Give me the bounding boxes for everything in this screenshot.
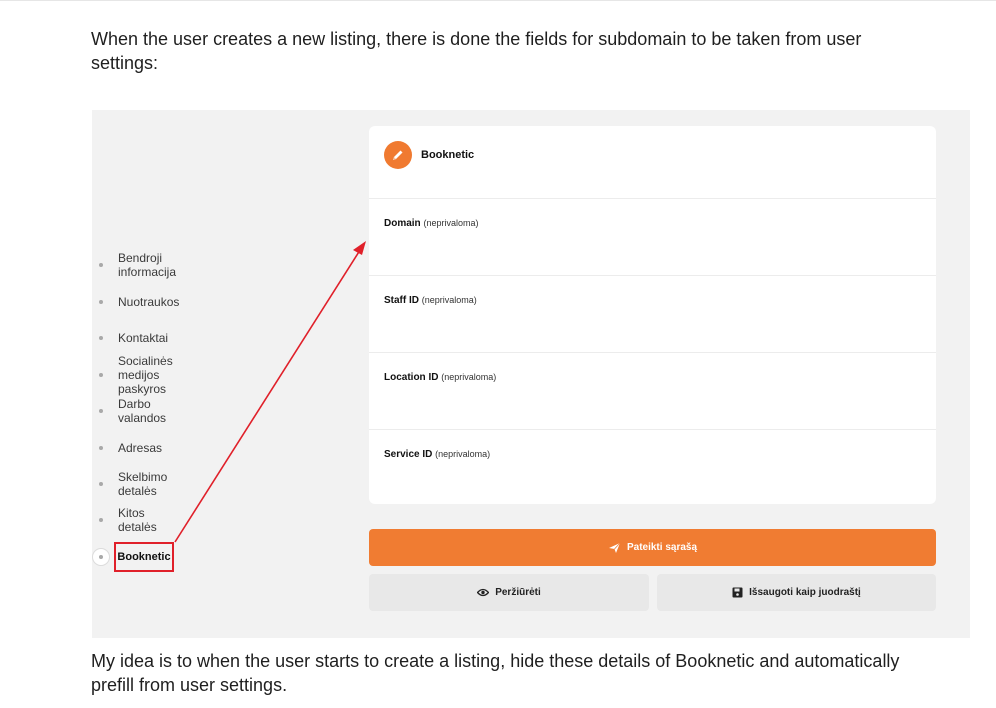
optional-hint: (neprivaloma)	[441, 372, 497, 382]
bullet-icon	[99, 300, 103, 304]
bullet-icon	[99, 482, 103, 486]
submit-label: Pateikti sąrašą	[626, 542, 698, 553]
domain-field[interactable]: Domain (neprivaloma)	[369, 199, 936, 276]
nav-item-darbo-valandos[interactable]: Darbo valandos	[92, 397, 167, 425]
nav-item-nuotraukos[interactable]: Nuotraukos	[92, 290, 179, 314]
card-header: Booknetic	[369, 126, 936, 199]
field-label-text: Location ID	[384, 372, 439, 383]
bullet-icon	[99, 446, 103, 450]
active-bullet-icon	[92, 548, 110, 566]
bullet-icon	[99, 518, 103, 522]
preview-button[interactable]: Peržiūrėti	[369, 574, 649, 611]
save-draft-button[interactable]: Išsaugoti kaip juodraštį	[657, 574, 936, 611]
intro-text: When the user creates a new listing, the…	[91, 29, 862, 73]
nav-item-bendroji-informacija[interactable]: Bendroji informacija	[92, 251, 177, 279]
bullet-icon	[99, 373, 103, 377]
nav-item-label: Bendroji informacija	[118, 251, 177, 279]
optional-hint: (neprivaloma)	[421, 295, 477, 305]
bullet-icon	[99, 263, 103, 267]
outro-text: My idea is to when the user starts to cr…	[91, 651, 900, 695]
nav-item-kitos-detales[interactable]: Kitos detalės	[92, 506, 157, 534]
bullet-icon	[99, 336, 103, 340]
send-icon	[608, 542, 621, 553]
location-id-field[interactable]: Location ID (neprivaloma)	[369, 353, 936, 430]
embedded-screenshot: Bendroji informacija Nuotraukos Kontakta…	[92, 110, 970, 638]
bullet-icon	[99, 409, 103, 413]
top-divider	[0, 0, 996, 1]
field-label-text: Service ID	[384, 449, 433, 460]
nav-item-label: Adresas	[118, 441, 163, 455]
draft-label: Išsaugoti kaip juodraštį	[749, 587, 861, 598]
optional-hint: (neprivaloma)	[435, 449, 491, 459]
pencil-icon	[384, 141, 412, 169]
nav-item-skelbimo-detales[interactable]: Skelbimo detalės	[92, 470, 168, 498]
nav-item-socialines-medijos[interactable]: Socialinės medijos paskyros	[92, 354, 173, 396]
nav-item-booknetic[interactable]	[92, 545, 110, 569]
nav-item-label: Kitos detalės	[118, 506, 157, 534]
service-id-field[interactable]: Service ID (neprivaloma)	[369, 430, 936, 507]
optional-hint: (neprivaloma)	[423, 218, 479, 228]
card-title: Booknetic	[421, 149, 475, 161]
submit-listing-button[interactable]: Pateikti sąrašą	[369, 529, 936, 566]
field-label: Service ID (neprivaloma)	[384, 449, 490, 460]
booknetic-card: Booknetic Domain (neprivaloma) Staff ID …	[369, 126, 936, 504]
nav-item-label: Darbo valandos	[118, 397, 167, 425]
nav-item-label: Skelbimo detalės	[118, 470, 168, 498]
field-label: Domain (neprivaloma)	[384, 218, 478, 229]
nav-item-label: Socialinės medijos paskyros	[118, 354, 173, 396]
field-label: Location ID (neprivaloma)	[384, 372, 496, 383]
floppy-disk-icon	[732, 587, 743, 598]
nav-item-adresas[interactable]: Adresas	[92, 436, 162, 460]
eye-icon	[477, 588, 490, 597]
nav-item-label: Kontaktai	[118, 331, 169, 345]
field-label-text: Domain	[384, 218, 421, 229]
field-label-text: Staff ID	[384, 295, 419, 306]
staff-id-field[interactable]: Staff ID (neprivaloma)	[369, 276, 936, 353]
nav-item-kontaktai[interactable]: Kontaktai	[92, 326, 168, 350]
nav-item-booknetic-highlight[interactable]: Booknetic	[114, 542, 174, 572]
field-label: Staff ID (neprivaloma)	[384, 295, 477, 306]
nav-item-label: Nuotraukos	[118, 295, 180, 309]
preview-label: Peržiūrėti	[495, 587, 541, 598]
